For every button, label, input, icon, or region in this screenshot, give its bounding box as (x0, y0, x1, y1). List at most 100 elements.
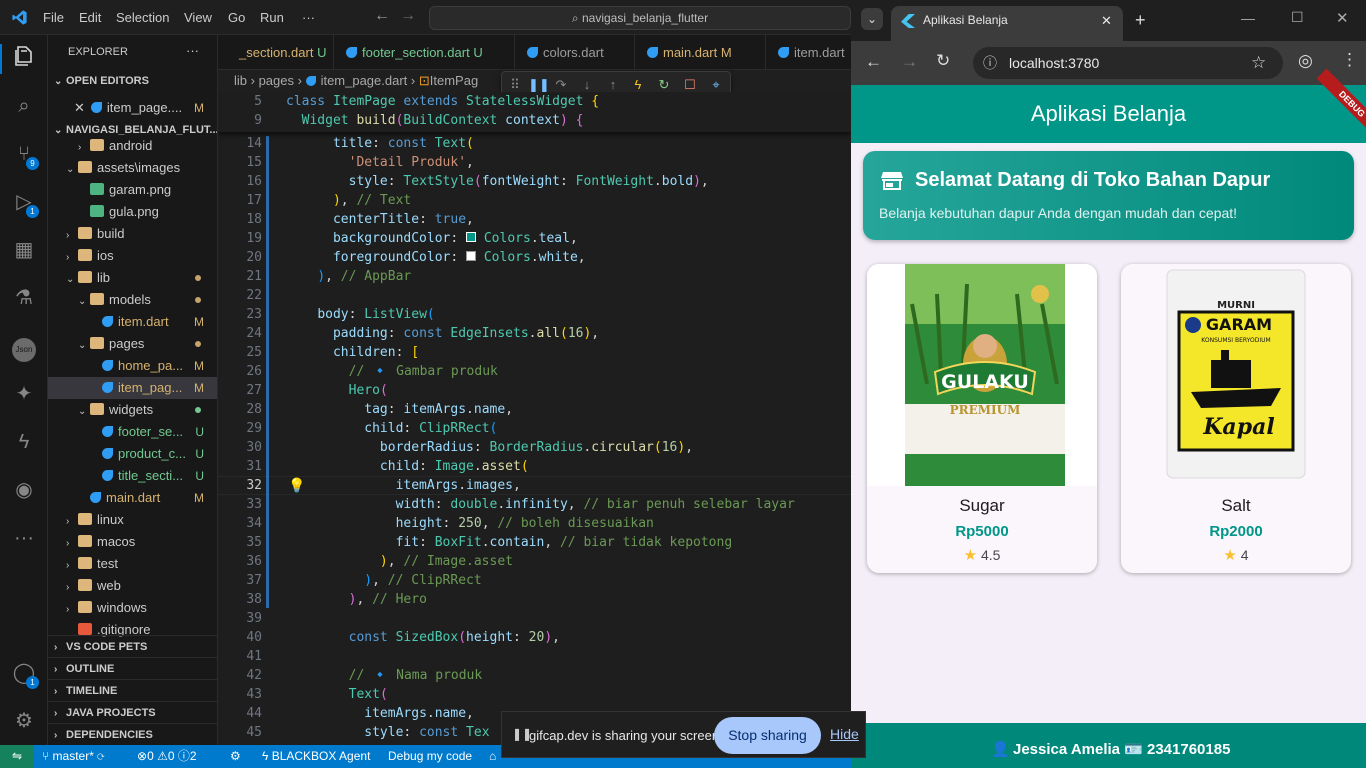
sidebar-section-header[interactable]: › TIMELINE (48, 679, 217, 701)
breadcrumb-pages[interactable]: pages (259, 73, 294, 88)
command-center[interactable]: ⌕ navigasi_belanja_flutter (429, 6, 851, 30)
settings-gear-icon[interactable]: ⚙ (10, 707, 38, 735)
tree-item-label: models (109, 292, 151, 307)
hide-button[interactable]: Hide (830, 726, 859, 742)
menu-edit[interactable]: Edit (79, 10, 101, 25)
blackbox-agent-icon[interactable]: ✦ (10, 380, 38, 408)
tab-item[interactable]: item.dart (766, 35, 851, 69)
menu-more[interactable]: ··· (302, 10, 315, 25)
back-arrow-icon[interactable]: ← (374, 7, 390, 25)
stop-sharing-button[interactable]: Stop sharing (714, 717, 821, 754)
line-number: 21 (246, 269, 262, 284)
menu-go[interactable]: Go (228, 10, 245, 25)
tree-item[interactable]: title_secti... U (48, 465, 217, 487)
close-tab-icon[interactable]: ✕ (1101, 6, 1112, 35)
tree-item[interactable]: ⌄ widgets (48, 399, 217, 421)
tree-item[interactable]: › windows (48, 597, 217, 619)
address-bar[interactable]: ⓘ localhost:3780 ☆ (973, 47, 1283, 79)
debug-run-icon[interactable]: ⚙ (230, 745, 241, 768)
testing-flask-icon[interactable]: ⚗ (10, 284, 38, 312)
minimize-icon[interactable]: — (1241, 10, 1255, 26)
tree-item[interactable]: gula.png (48, 201, 217, 223)
search-icon[interactable]: ⌕ (10, 92, 38, 120)
sidebar-section-header[interactable]: › DEPENDENCIES (48, 723, 217, 745)
close-icon[interactable]: ✕ (74, 100, 85, 115)
reload-icon[interactable]: ↻ (936, 51, 950, 71)
dart-file-icon (102, 360, 113, 371)
forward-arrow-icon[interactable]: → (400, 7, 416, 25)
tab-search-icon[interactable]: ⌄ (861, 8, 883, 30)
git-status: M (194, 381, 204, 395)
sidebar-section-label: DEPENDENCIES (66, 729, 153, 741)
menu-run[interactable]: Run (260, 10, 284, 25)
line-number: 24 (246, 326, 262, 341)
tree-item[interactable]: ⌄ lib (48, 267, 217, 289)
json-icon[interactable]: Json (10, 332, 38, 362)
scope-guide (266, 136, 269, 608)
tree-item[interactable]: item.dart M (48, 311, 217, 333)
breadcrumb-symbol[interactable]: ItemPag (430, 73, 478, 88)
more-actions-icon[interactable]: ··· (186, 43, 199, 58)
sugar-brand-text: GULAKU (941, 371, 1029, 393)
menu-selection[interactable]: Selection (116, 10, 169, 25)
breadcrumb-lib[interactable]: lib (234, 73, 247, 88)
sidebar-section-header[interactable]: › VS CODE PETS (48, 635, 217, 657)
tree-item[interactable]: footer_se... U (48, 421, 217, 443)
tree-item[interactable]: › android (48, 135, 217, 157)
tree-item[interactable]: ⌄ pages (48, 333, 217, 355)
product-card-salt[interactable]: MURNI GARAM KONSUMSI BERYODIUM Kapal Sal… (1121, 264, 1351, 573)
tree-item[interactable]: › web (48, 575, 217, 597)
problems-indicator[interactable]: ⊗0 ⚠0 ⓘ2 (137, 745, 197, 768)
tree-item[interactable]: ⌄ models (48, 289, 217, 311)
new-tab-icon[interactable]: + (1135, 10, 1146, 31)
extensions-icon[interactable]: ▦ (10, 236, 38, 264)
lightbulb-icon[interactable]: 💡 (288, 478, 305, 494)
site-info-icon[interactable]: ⓘ (983, 47, 997, 79)
bookmark-star-icon[interactable]: ☆ (1251, 47, 1266, 79)
dart-file-icon (90, 492, 101, 503)
breadcrumb-file[interactable]: item_page.dart (321, 73, 408, 88)
tree-item[interactable]: home_pa... M (48, 355, 217, 377)
tree-item[interactable]: product_c... U (48, 443, 217, 465)
back-icon[interactable]: ← (865, 52, 882, 72)
code-editor[interactable]: 5 class ItemPage extends StatelessWidget … (218, 92, 851, 745)
tree-item[interactable]: garam.png (48, 179, 217, 201)
branch-indicator[interactable]: ⑂ master* ⟳ (42, 745, 104, 768)
tab-section[interactable]: _section.dart U (218, 35, 334, 69)
tree-item[interactable]: › linux (48, 509, 217, 531)
device-icon[interactable]: ⌂ (489, 745, 496, 768)
remote-icon[interactable]: ⇋ (0, 745, 34, 768)
explorer-icon[interactable] (10, 44, 38, 72)
open-editors-header[interactable]: ⌄ OPEN EDITORS (48, 70, 217, 92)
lightning-icon[interactable]: ϟ (10, 428, 38, 456)
tree-item[interactable]: › build (48, 223, 217, 245)
python-icon[interactable]: ◉ (10, 476, 38, 504)
browser-tab[interactable]: Aplikasi Belanja ✕ (891, 6, 1123, 41)
tree-item[interactable]: › test (48, 553, 217, 575)
more-views-icon[interactable]: ··· (10, 524, 38, 552)
blackbox-status[interactable]: ϟ BLACKBOX Agent (262, 745, 370, 768)
tree-item[interactable]: ⌄ assets\images (48, 157, 217, 179)
open-editor-item[interactable]: ✕ item_page.... M (48, 97, 217, 119)
sidebar-section-header[interactable]: › OUTLINE (48, 657, 217, 679)
menu-view[interactable]: View (184, 10, 212, 25)
line-number: 41 (246, 649, 262, 664)
forward-icon[interactable]: → (901, 52, 918, 72)
code-line: borderRadius: BorderRadius.circular(16), (379, 440, 694, 455)
tree-item[interactable]: › macos (48, 531, 217, 553)
maximize-icon[interactable]: ☐ (1291, 9, 1304, 26)
browser-menu-icon[interactable]: ⋮ (1341, 50, 1358, 70)
close-window-icon[interactable]: ✕ (1336, 9, 1349, 27)
tree-item[interactable]: main.dart M (48, 487, 217, 509)
tree-item[interactable]: item_pag... M (48, 377, 217, 399)
product-card-sugar[interactable]: GULAKU PREMIUM Sugar Rp5000 ★ 4.5 (867, 264, 1097, 573)
tree-item[interactable]: › ios (48, 245, 217, 267)
chevron-right-icon: › (66, 230, 70, 241)
sidebar-section-header[interactable]: › JAVA PROJECTS (48, 701, 217, 723)
debug-my-code-status[interactable]: Debug my code (388, 745, 472, 768)
tab-footer-section[interactable]: footer_section.dart U (334, 35, 515, 69)
menu-file[interactable]: File (43, 10, 64, 25)
tab-colors[interactable]: colors.dart (515, 35, 635, 69)
tab-main[interactable]: main.dart M (635, 35, 766, 69)
profile-icon[interactable]: ◎ (1298, 51, 1313, 71)
